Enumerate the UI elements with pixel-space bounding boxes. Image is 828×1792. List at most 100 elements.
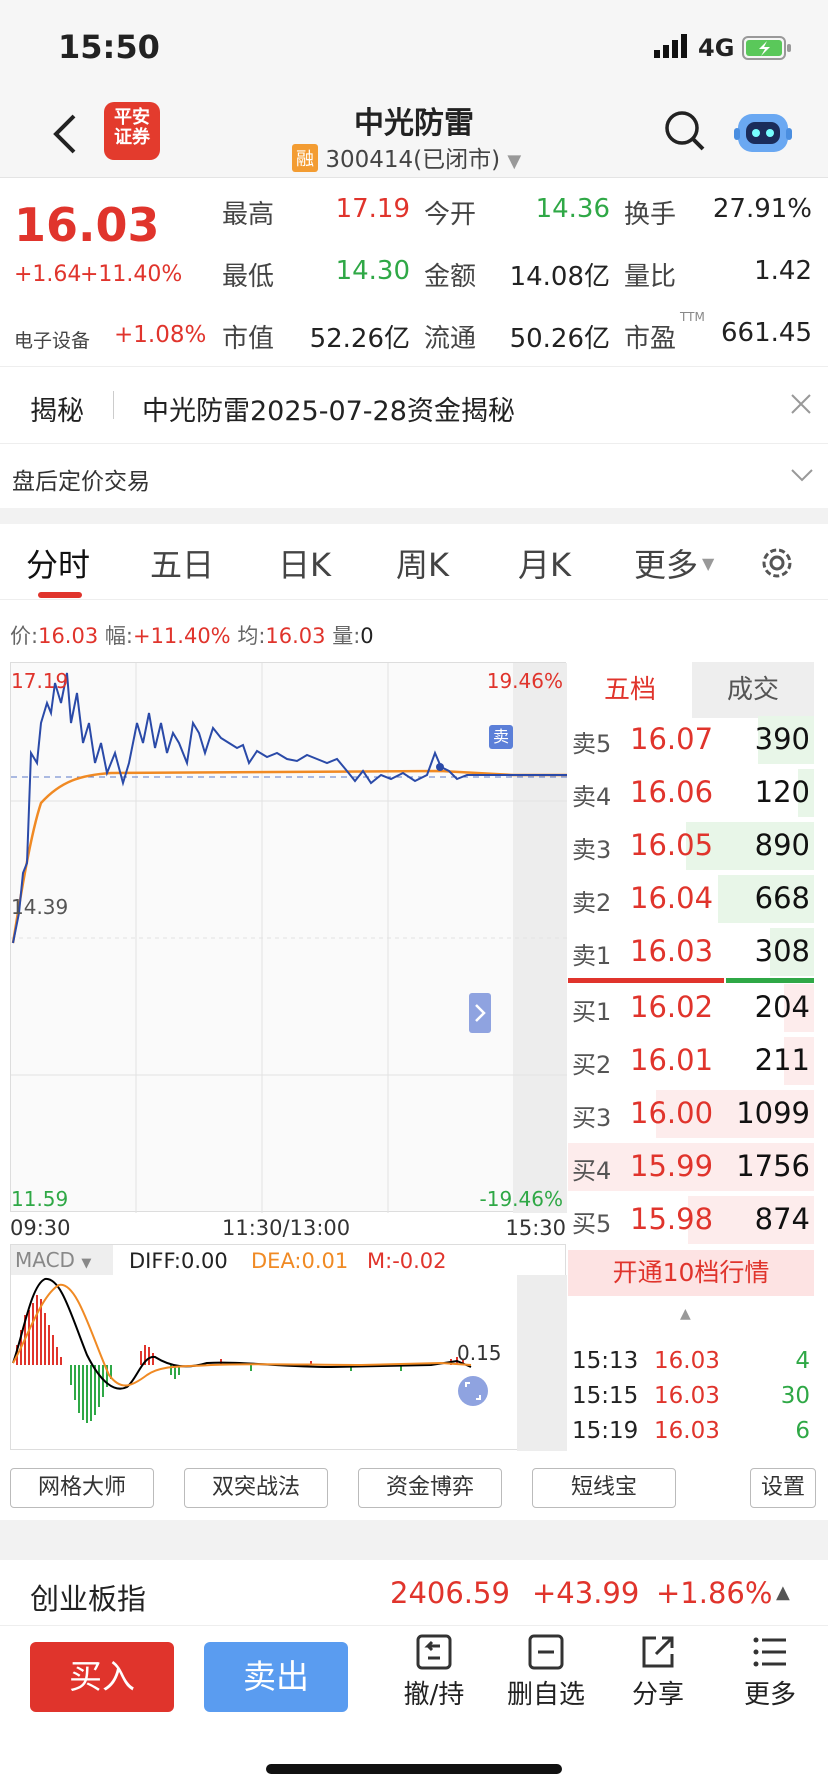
ask-row[interactable]: 卖3 16.05 890 xyxy=(568,820,814,872)
ask-row[interactable]: 卖5 16.07 390 xyxy=(568,714,814,766)
ask-price: 16.04 xyxy=(630,881,714,915)
field-label: 最低 xyxy=(222,262,275,292)
battery-icon xyxy=(742,36,792,60)
stock-code: 300414(已闭市) xyxy=(325,147,501,173)
ask-row[interactable]: 卖4 16.06 120 xyxy=(568,767,814,819)
capital-game-button[interactable]: 资金博弈 xyxy=(358,1468,502,1508)
tab-more[interactable]: 更多 xyxy=(634,540,698,586)
tick-time: 15:13 xyxy=(572,1348,639,1374)
search-icon[interactable] xyxy=(664,110,706,152)
tab-five-levels[interactable]: 五档 xyxy=(568,662,692,718)
y-label-up-pct: 19.46% xyxy=(486,669,563,693)
index-pct: +1.86% xyxy=(656,1576,773,1610)
caret-up-icon[interactable]: ▲ xyxy=(776,1582,790,1603)
bid-row[interactable]: 买2 16.01 211 xyxy=(568,1035,814,1087)
ask-row[interactable]: 卖2 16.04 668 xyxy=(568,873,814,925)
intraday-chart[interactable]: 17.19 14.39 11.59 19.46% -19.46% 卖 xyxy=(10,662,567,1213)
sell-marker[interactable]: 卖 xyxy=(489,725,513,749)
robot-assistant-icon[interactable] xyxy=(734,108,792,156)
home-indicator[interactable] xyxy=(266,1764,562,1774)
signal-icon xyxy=(654,34,690,58)
bid-row[interactable]: 买1 16.02 204 xyxy=(568,982,814,1034)
orderbook-tabs: 五档 成交 xyxy=(568,662,814,718)
ask-volume: 308 xyxy=(754,934,810,968)
network-label: 4G xyxy=(698,34,735,62)
remove-label: 删自选 xyxy=(506,1680,585,1710)
share-label: 分享 xyxy=(631,1680,684,1710)
index-ticker[interactable]: 创业板指 2406.59 +43.99 +1.86% ▲ xyxy=(0,1560,828,1626)
bid-volume: 204 xyxy=(754,990,810,1024)
caret-down-icon: ▼ xyxy=(81,1256,92,1271)
tab-trades[interactable]: 成交 xyxy=(692,662,814,718)
macd-m: M:-0.02 xyxy=(367,1249,447,1273)
capital-banner[interactable]: 揭秘 中光防雷2025-07-28资金揭秘 xyxy=(0,366,828,444)
tab-week-k[interactable]: 周K xyxy=(396,540,449,586)
ask-volume: 120 xyxy=(754,775,810,809)
macd-panel[interactable]: MACD ▼ DIFF:0.00 DEA:0.01 M:-0.02 0.15 xyxy=(10,1244,567,1451)
grid-master-button[interactable]: 网格大师 xyxy=(10,1468,154,1508)
withdraw-button[interactable]: 撤/持 xyxy=(384,1634,484,1711)
sector-name[interactable]: 电子设备 xyxy=(14,326,90,353)
field-value: 1.42 xyxy=(754,256,812,286)
tab-intraday[interactable]: 分时 xyxy=(26,540,90,586)
time-start: 09:30 xyxy=(10,1216,71,1240)
top-nav: 平安 证券 中光防雷 融 300414(已闭市) ▼ xyxy=(0,96,828,178)
ask-volume: 668 xyxy=(754,881,810,915)
tab-5day[interactable]: 五日 xyxy=(150,540,214,586)
last-price: 16.03 xyxy=(14,198,160,252)
bid-label: 买3 xyxy=(572,1104,612,1132)
index-change: +43.99 xyxy=(532,1576,640,1610)
upgrade-10-level-button[interactable]: 开通10档行情 xyxy=(568,1250,814,1296)
tab-month-k[interactable]: 月K xyxy=(518,540,571,586)
ask-volume: 890 xyxy=(754,828,810,862)
index-name: 创业板指 xyxy=(30,1582,147,1616)
menu-icon xyxy=(752,1634,788,1668)
field-label: 市值 xyxy=(222,324,275,354)
bid-label: 买1 xyxy=(572,998,612,1026)
after-hours-row[interactable]: 盘后定价交易 xyxy=(0,446,828,508)
sector-change: +1.08% xyxy=(114,322,207,348)
settings-button[interactable]: 设置 xyxy=(750,1468,816,1508)
section-gap xyxy=(0,508,828,524)
bid-label: 买5 xyxy=(572,1210,612,1238)
bid-row[interactable]: 买4 15.99 1756 xyxy=(568,1141,814,1193)
field-value: 52.26亿 xyxy=(309,324,410,354)
double-breakout-button[interactable]: 双突战法 xyxy=(184,1468,328,1508)
macd-diff: DIFF:0.00 xyxy=(129,1249,228,1273)
tab-day-k[interactable]: 日K xyxy=(278,540,331,586)
stock-subtitle[interactable]: 融 300414(已闭市) ▼ xyxy=(292,140,521,174)
ask-row[interactable]: 卖1 16.03 308 xyxy=(568,926,814,978)
share-icon xyxy=(640,1634,676,1668)
gear-icon[interactable] xyxy=(758,544,796,582)
field-label: 最高 xyxy=(222,200,275,230)
buy-button[interactable]: 买入 xyxy=(30,1642,174,1712)
amp-value: +11.40% xyxy=(132,624,231,648)
y-label-high: 17.19 xyxy=(11,669,69,693)
field-label: 今开 xyxy=(424,200,477,230)
after-hours-label: 盘后定价交易 xyxy=(12,469,150,495)
more-button[interactable]: 更多 xyxy=(720,1634,820,1711)
caret-up-icon[interactable]: ▲ xyxy=(680,1306,691,1322)
bid-row[interactable]: 买5 15.98 874 xyxy=(568,1194,814,1246)
more-label: 更多 xyxy=(743,1680,796,1710)
y-label-mid: 14.39 xyxy=(11,895,69,919)
close-icon[interactable] xyxy=(790,393,812,415)
caret-down-icon: ▼ xyxy=(507,151,522,172)
tick-price: 16.03 xyxy=(654,1383,720,1409)
bid-price: 16.00 xyxy=(630,1096,714,1130)
ask-price: 16.07 xyxy=(630,722,714,756)
remove-watchlist-button[interactable]: 删自选 xyxy=(496,1634,596,1711)
tab-indicator xyxy=(38,592,82,598)
tick-price: 16.03 xyxy=(654,1418,720,1444)
short-term-button[interactable]: 短线宝 xyxy=(532,1468,676,1508)
macd-selector[interactable]: MACD ▼ xyxy=(11,1245,113,1275)
withdraw-icon xyxy=(416,1634,452,1670)
caret-down-icon: ▼ xyxy=(702,554,715,573)
section-gap xyxy=(0,1520,828,1560)
share-button[interactable]: 分享 xyxy=(608,1634,708,1711)
sell-button[interactable]: 卖出 xyxy=(204,1642,348,1712)
ask-label: 卖3 xyxy=(572,836,612,864)
tick-time: 15:15 xyxy=(572,1383,639,1409)
price-value: 16.03 xyxy=(38,624,99,648)
bid-row[interactable]: 买3 16.00 1099 xyxy=(568,1088,814,1140)
